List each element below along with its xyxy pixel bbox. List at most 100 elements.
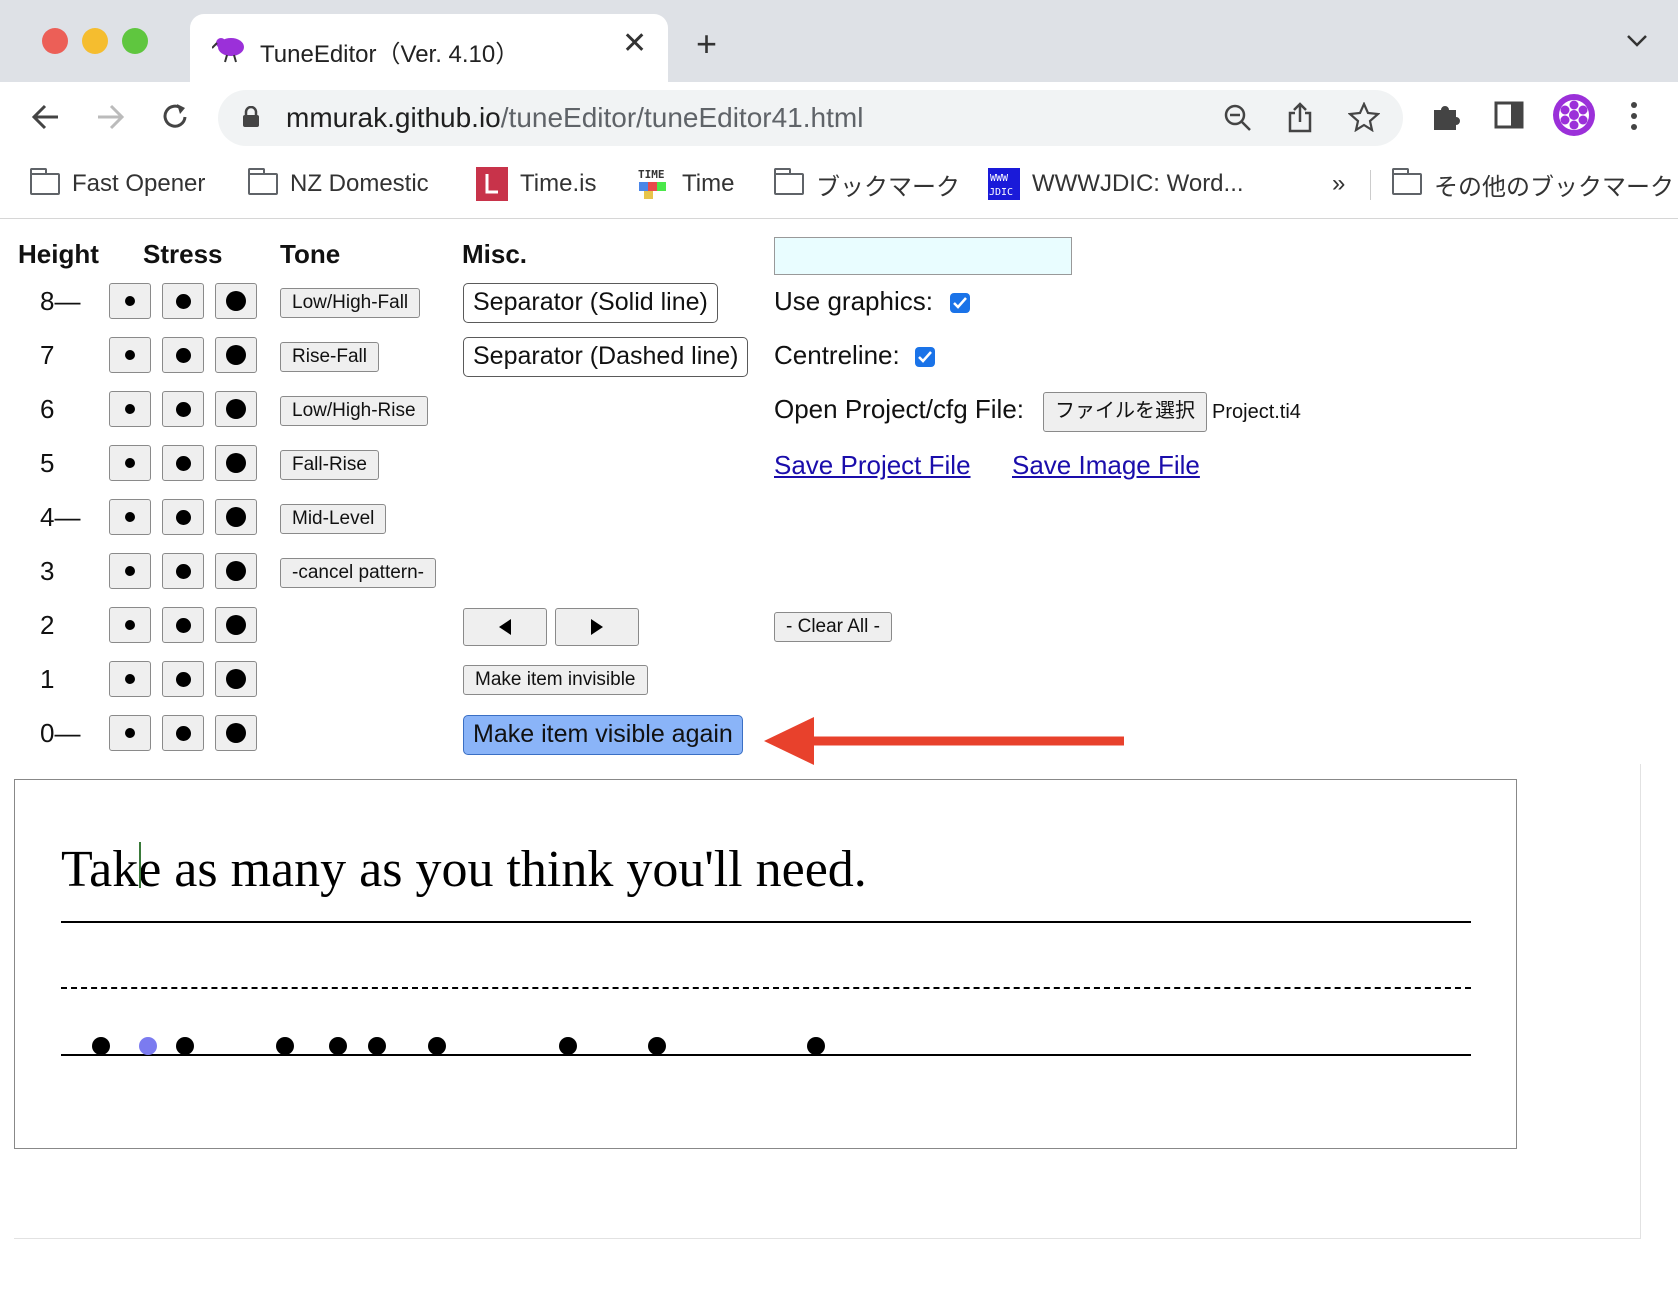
stress-medium-button[interactable] bbox=[162, 661, 204, 697]
stress-medium-button[interactable] bbox=[162, 445, 204, 481]
make-item-visible-again-button[interactable]: Make item visible again bbox=[463, 715, 743, 755]
move-right-button[interactable] bbox=[555, 608, 639, 646]
checkmark-icon bbox=[953, 297, 967, 309]
stress-small-button[interactable] bbox=[109, 715, 151, 751]
url-text[interactable]: mmurak.github.io/tuneEditor/tuneEditor41… bbox=[286, 102, 863, 134]
zoom-out-icon[interactable] bbox=[1223, 103, 1253, 133]
bookmark-label: Fast Opener bbox=[72, 170, 206, 197]
stress-medium-button[interactable] bbox=[162, 607, 204, 643]
stress-small-button[interactable] bbox=[109, 283, 151, 319]
time-favicon-icon: TIME bbox=[638, 168, 666, 199]
stress-large-button[interactable] bbox=[215, 553, 257, 589]
stress-medium-button[interactable] bbox=[162, 337, 204, 373]
stress-large-button[interactable] bbox=[215, 661, 257, 697]
make-item-invisible-button[interactable]: Make item invisible bbox=[463, 665, 648, 695]
stress-large-button[interactable] bbox=[215, 391, 257, 427]
tune-canvas[interactable]: Take as many as you think you'll need. bbox=[14, 779, 1517, 1149]
tone-fall-rise-button[interactable]: Fall-Rise bbox=[280, 450, 379, 480]
tone-dot[interactable] bbox=[368, 1037, 386, 1055]
chrome-menu-icon[interactable] bbox=[1630, 100, 1638, 132]
clear-all-button[interactable]: - Clear All - bbox=[774, 612, 892, 642]
stress-small-button[interactable] bbox=[109, 553, 151, 589]
stress-large-button[interactable] bbox=[215, 337, 257, 373]
bookmark-other[interactable]: その他のブックマーク bbox=[1392, 166, 1674, 202]
tone-low-high-fall-button[interactable]: Low/High-Fall bbox=[280, 288, 421, 318]
folder-icon bbox=[1392, 168, 1422, 195]
bookmarks-bar: Fast Opener NZ Domestic Time.is TIME Tim… bbox=[0, 152, 1678, 219]
bookmark-nz-domestic[interactable]: NZ Domestic bbox=[248, 166, 429, 202]
tone-dot[interactable] bbox=[276, 1037, 294, 1055]
stress-small-button[interactable] bbox=[109, 661, 151, 697]
bookmark-folder-jp[interactable]: ブックマーク bbox=[774, 166, 960, 202]
active-tab[interactable]: TuneEditor（Ver. 4.10） ✕ bbox=[190, 14, 668, 82]
height-label-7: 7 bbox=[40, 340, 55, 370]
tone-dot-selected[interactable] bbox=[139, 1037, 157, 1055]
stress-large-button[interactable] bbox=[215, 499, 257, 535]
height-label-4: 4— bbox=[40, 502, 81, 532]
forward-arrow-icon[interactable] bbox=[94, 102, 126, 132]
checkmark-icon bbox=[918, 351, 932, 363]
choose-file-button[interactable]: ファイルを選択 bbox=[1043, 392, 1207, 432]
tone-dot[interactable] bbox=[329, 1037, 347, 1055]
bookmark-wwwjdic[interactable]: WWW JDIC WWWJDIC: Word... bbox=[988, 166, 1244, 202]
close-window-button[interactable] bbox=[42, 28, 68, 54]
folder-icon bbox=[30, 168, 60, 195]
text-input-field[interactable] bbox=[774, 237, 1072, 275]
tone-dot[interactable] bbox=[807, 1037, 825, 1055]
tone-cancel-pattern-button[interactable]: -cancel pattern- bbox=[280, 558, 437, 588]
tab-search-chevron-icon[interactable] bbox=[1626, 34, 1648, 48]
move-left-button[interactable] bbox=[463, 608, 547, 646]
maximize-window-button[interactable] bbox=[122, 28, 148, 54]
stress-small-button[interactable] bbox=[109, 337, 151, 373]
bookmark-time-is[interactable]: Time.is bbox=[476, 166, 596, 202]
tone-mid-level-button[interactable]: Mid-Level bbox=[280, 504, 387, 534]
reload-icon[interactable] bbox=[158, 100, 192, 134]
use-graphics-label: Use graphics: bbox=[774, 286, 933, 316]
extensions-puzzle-icon[interactable] bbox=[1430, 100, 1462, 132]
stress-small-button[interactable] bbox=[109, 499, 151, 535]
stress-medium-button[interactable] bbox=[162, 391, 204, 427]
tab-close-icon[interactable]: ✕ bbox=[622, 28, 647, 60]
bookmark-time[interactable]: TIME Time bbox=[636, 166, 734, 202]
tone-dot[interactable] bbox=[176, 1037, 194, 1055]
stress-medium-button[interactable] bbox=[162, 553, 204, 589]
tone-low-high-rise-button[interactable]: Low/High-Rise bbox=[280, 396, 428, 426]
minimize-window-button[interactable] bbox=[82, 28, 108, 54]
tone-dot[interactable] bbox=[428, 1037, 446, 1055]
tone-dot[interactable] bbox=[92, 1037, 110, 1055]
sentence-text[interactable]: Take as many as you think you'll need. bbox=[61, 840, 867, 899]
tone-rise-fall-button[interactable]: Rise-Fall bbox=[280, 342, 379, 372]
lock-icon[interactable] bbox=[242, 106, 260, 128]
separator-dashed-button[interactable]: Separator (Dashed line) bbox=[463, 337, 749, 377]
stress-medium-button[interactable] bbox=[162, 283, 204, 319]
new-tab-button[interactable]: + bbox=[696, 26, 717, 62]
stress-large-button[interactable] bbox=[215, 715, 257, 751]
tone-dot[interactable] bbox=[648, 1037, 666, 1055]
stress-small-button[interactable] bbox=[109, 391, 151, 427]
stress-large-button[interactable] bbox=[215, 283, 257, 319]
separator-solid-button[interactable]: Separator (Solid line) bbox=[463, 283, 718, 323]
stress-medium-button[interactable] bbox=[162, 715, 204, 751]
stress-medium-button[interactable] bbox=[162, 499, 204, 535]
stress-large-button[interactable] bbox=[215, 607, 257, 643]
dot-icon bbox=[125, 620, 135, 630]
share-icon[interactable] bbox=[1286, 101, 1314, 133]
dot-icon bbox=[226, 453, 246, 473]
stress-large-button[interactable] bbox=[215, 445, 257, 481]
bookmark-fast-opener[interactable]: Fast Opener bbox=[30, 166, 205, 202]
stress-small-button[interactable] bbox=[109, 445, 151, 481]
bookmarks-overflow-button[interactable]: » bbox=[1332, 166, 1345, 202]
profile-avatar-icon[interactable] bbox=[1552, 93, 1596, 137]
address-bar[interactable]: mmurak.github.io/tuneEditor/tuneEditor41… bbox=[218, 90, 1403, 146]
bookmark-star-icon[interactable] bbox=[1348, 102, 1380, 132]
save-image-link[interactable]: Save Image File bbox=[1012, 450, 1200, 481]
centreline-checkbox[interactable] bbox=[915, 347, 935, 367]
tone-dot[interactable] bbox=[559, 1037, 577, 1055]
dot-icon bbox=[226, 615, 246, 635]
back-arrow-icon[interactable] bbox=[30, 102, 62, 132]
use-graphics-checkbox[interactable] bbox=[950, 293, 970, 313]
svg-text:TIME: TIME bbox=[638, 168, 665, 181]
save-project-link[interactable]: Save Project File bbox=[774, 450, 971, 481]
stress-small-button[interactable] bbox=[109, 607, 151, 643]
side-panel-icon[interactable] bbox=[1494, 100, 1524, 130]
